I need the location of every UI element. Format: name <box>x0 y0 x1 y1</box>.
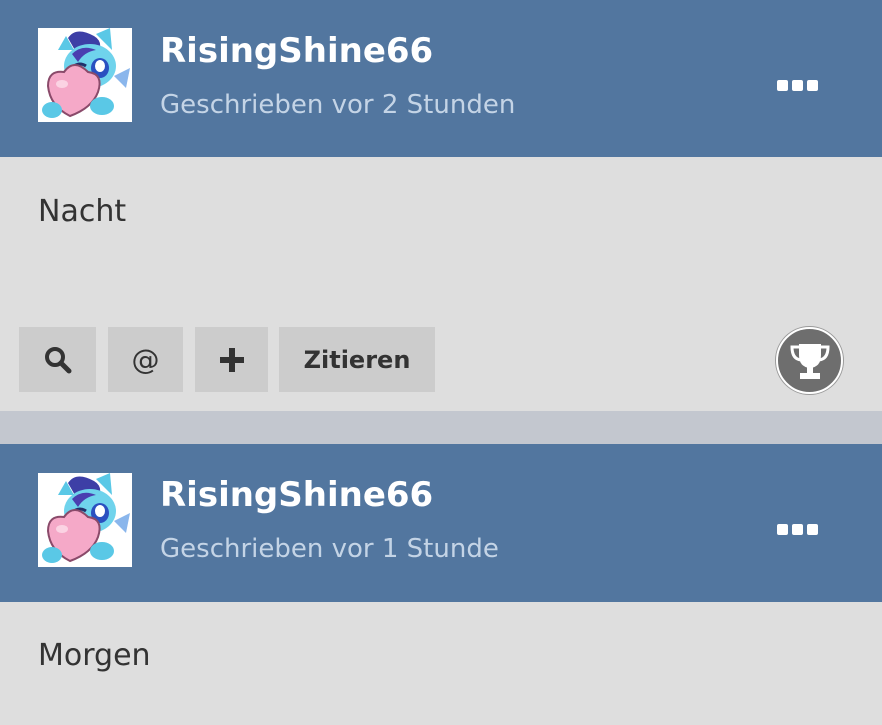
more-options-button[interactable] <box>770 512 824 546</box>
username[interactable]: RisingShine66 <box>160 475 433 515</box>
search-icon <box>44 346 71 373</box>
more-dots-icon <box>776 523 788 535</box>
more-options-button[interactable] <box>770 68 824 102</box>
mention-button[interactable]: @ <box>108 327 183 392</box>
trophy-button[interactable] <box>776 327 843 394</box>
post-body: Morgen <box>0 602 882 725</box>
post-separator <box>0 411 882 444</box>
page: RisingShine66 Geschrieben vor 2 Stunden … <box>0 0 882 725</box>
add-button[interactable] <box>195 327 268 392</box>
trophy-icon <box>789 343 830 379</box>
mention-label: @ <box>131 343 160 376</box>
post-header: RisingShine66 Geschrieben vor 2 Stunden <box>0 0 882 157</box>
plus-icon <box>219 347 244 372</box>
username[interactable]: RisingShine66 <box>160 31 433 71</box>
quote-button-label: Zitieren <box>303 345 411 374</box>
more-dots-icon <box>776 79 788 91</box>
quote-button[interactable]: Zitieren <box>279 327 435 392</box>
more-dots-icon <box>806 523 818 535</box>
post-content: Nacht <box>38 194 127 229</box>
avatar[interactable] <box>38 473 132 567</box>
more-dots-icon <box>806 79 818 91</box>
avatar[interactable] <box>38 28 132 122</box>
post-header: RisingShine66 Geschrieben vor 1 Stunde <box>0 444 882 602</box>
pony-avatar-icon <box>38 473 132 567</box>
post-timestamp: Geschrieben vor 2 Stunden <box>160 90 516 120</box>
post-content: Morgen <box>38 638 151 673</box>
search-button[interactable] <box>19 327 96 392</box>
more-dots-icon <box>791 523 803 535</box>
post-timestamp: Geschrieben vor 1 Stunde <box>160 534 499 564</box>
pony-avatar-icon <box>38 28 132 122</box>
more-dots-icon <box>791 79 803 91</box>
